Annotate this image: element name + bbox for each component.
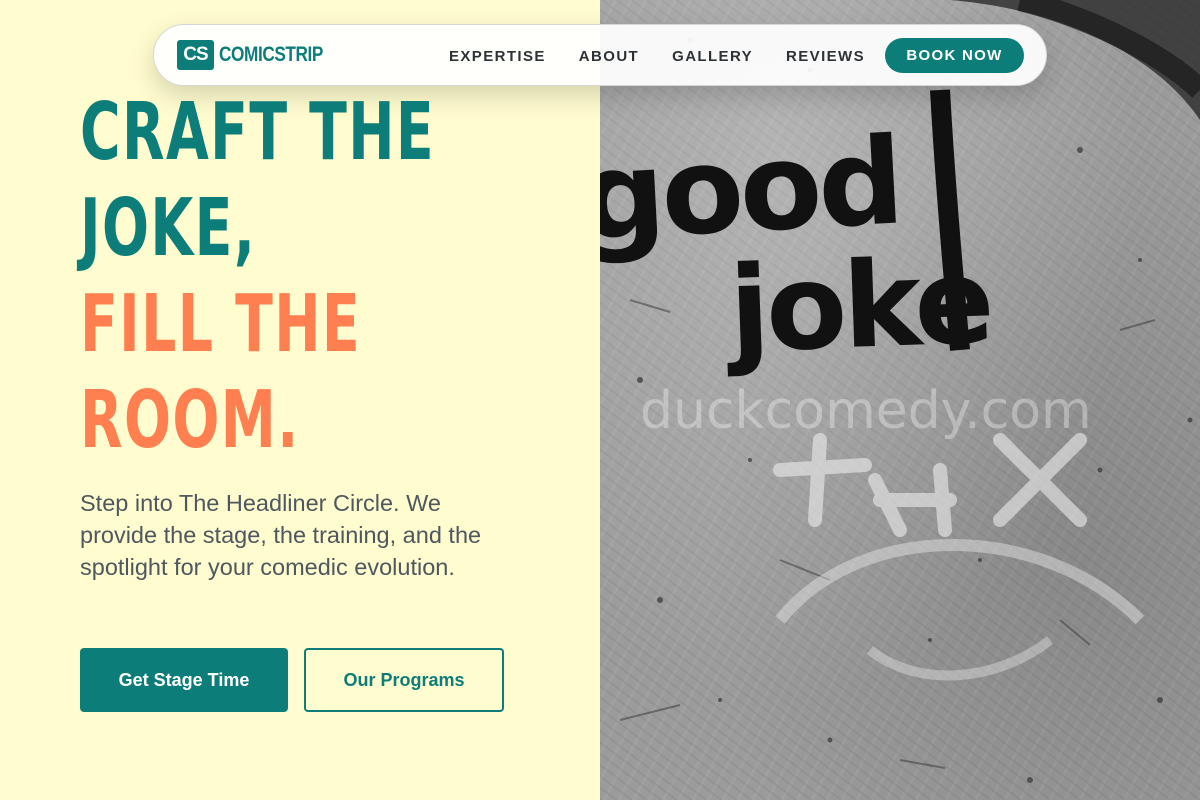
headline-line-4: ROOM. [80,374,300,466]
hero-image: good joke duckcomedy.com [600,0,1200,800]
nav-links: EXPERTISE ABOUT GALLERY REVIEWS [449,25,898,87]
nav-link-about[interactable]: ABOUT [579,48,639,65]
headline-line-2: JOKE, [80,182,257,274]
nav-link-gallery[interactable]: GALLERY [672,48,753,65]
watermark-text: duckcomedy.com [640,381,1092,441]
headline-line-3: FILL THE [80,278,362,370]
our-programs-button[interactable]: Our Programs [304,648,504,712]
brand-mark: CS [177,40,214,70]
book-now-button[interactable]: BOOK NOW [885,38,1024,73]
brand-logo[interactable]: CS COMICSTRIP [177,40,346,70]
get-stage-time-button[interactable]: Get Stage Time [80,648,288,712]
nav-link-expertise[interactable]: EXPERTISE [449,48,546,65]
headline-line-1: CRAFT THE [80,86,436,178]
top-navigation: CS COMICSTRIP EXPERTISE ABOUT GALLERY RE… [153,24,1047,86]
hero-headline: CRAFT THE JOKE, FILL THE ROOM. [80,84,560,468]
brand-name: COMICSTRIP [219,43,324,66]
nav-link-reviews[interactable]: REVIEWS [786,48,865,65]
hero-subtitle: Step into The Headliner Circle. We provi… [80,490,482,580]
